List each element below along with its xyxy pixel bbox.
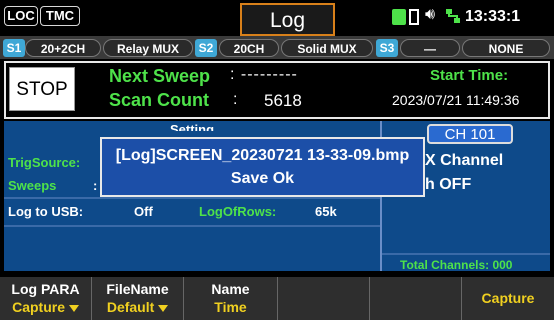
lan-icon	[445, 8, 460, 24]
log-usb-value[interactable]: Off	[134, 204, 153, 219]
start-time-label: Start Time:	[430, 67, 509, 84]
slot1-badge: S1	[3, 39, 25, 57]
page-title: Log	[240, 3, 335, 36]
slot3-card: —	[400, 39, 460, 57]
softkey-value: Capture	[481, 290, 535, 306]
slot3-badge: S3	[376, 39, 398, 57]
slot2-type: Solid MUX	[281, 39, 373, 57]
softkey-capture[interactable]: Capture	[462, 277, 554, 320]
channel-mode: X Channel	[425, 152, 504, 169]
slot1-card: 20+2CH	[25, 39, 101, 57]
slot2-badge: S2	[195, 39, 217, 57]
softkey-label: Log PARA	[11, 281, 80, 297]
total-channels: Total Channels: 000	[400, 258, 513, 272]
trig-source-label[interactable]: TrigSource:	[8, 155, 80, 170]
divider	[4, 225, 380, 227]
softkey-filename[interactable]: FileName Default	[92, 277, 184, 320]
chevron-down-icon	[158, 304, 169, 312]
stop-button[interactable]: STOP	[9, 67, 75, 111]
softkey-label: Name	[211, 281, 250, 297]
slot2-card: 20CH	[219, 39, 279, 57]
clock: 13:33:1	[465, 8, 521, 25]
sweeps-label[interactable]: Sweeps	[8, 178, 56, 193]
dialog-filename: [Log]SCREEN_20230721 13-33-09.bmp	[115, 147, 410, 164]
slot1-type: Relay MUX	[103, 39, 193, 57]
scan-count-label: Scan Count	[109, 90, 210, 110]
usb-icon	[392, 9, 406, 25]
speaker-icon: 🔊︎	[425, 6, 436, 23]
scan-count-sep: :	[233, 91, 238, 108]
chevron-down-icon	[68, 304, 79, 312]
softkey-empty-4[interactable]	[278, 277, 370, 320]
softkey-log-para[interactable]: Log PARA Capture	[0, 277, 92, 320]
log-rows-value[interactable]: 65k	[315, 204, 337, 219]
start-time-value: 2023/07/21 11:49:36	[392, 92, 520, 108]
storage-icon	[409, 9, 419, 25]
divider	[4, 197, 380, 199]
next-sweep-label: Next Sweep	[109, 66, 211, 86]
softkey-empty-5[interactable]	[370, 277, 462, 320]
sweeps-colon: :	[93, 178, 98, 193]
tmc-indicator: TMC	[40, 6, 80, 26]
softkey-label: FileName	[106, 281, 169, 297]
next-sweep-value: : ---------	[230, 66, 298, 83]
softkey-value: Capture	[12, 299, 65, 315]
softkey-name[interactable]: Name Time	[184, 277, 278, 320]
slot3-type: NONE	[462, 39, 550, 57]
softkey-value: Default	[106, 299, 155, 315]
loc-indicator: LOC	[4, 6, 38, 26]
scan-count-value: 5618	[264, 91, 302, 110]
settings-header: Setting	[170, 122, 215, 131]
log-usb-label[interactable]: Log to USB:	[8, 204, 83, 219]
channel-badge[interactable]: CH 101	[427, 124, 513, 144]
log-rows-label[interactable]: LogOfRows:	[199, 204, 276, 219]
softkey-value: Time	[214, 299, 247, 315]
save-dialog: [Log]SCREEN_20230721 13-33-09.bmp Save O…	[100, 137, 425, 197]
dialog-status: Save Ok	[230, 170, 295, 187]
channel-state: h OFF	[425, 176, 472, 193]
divider	[382, 253, 550, 255]
